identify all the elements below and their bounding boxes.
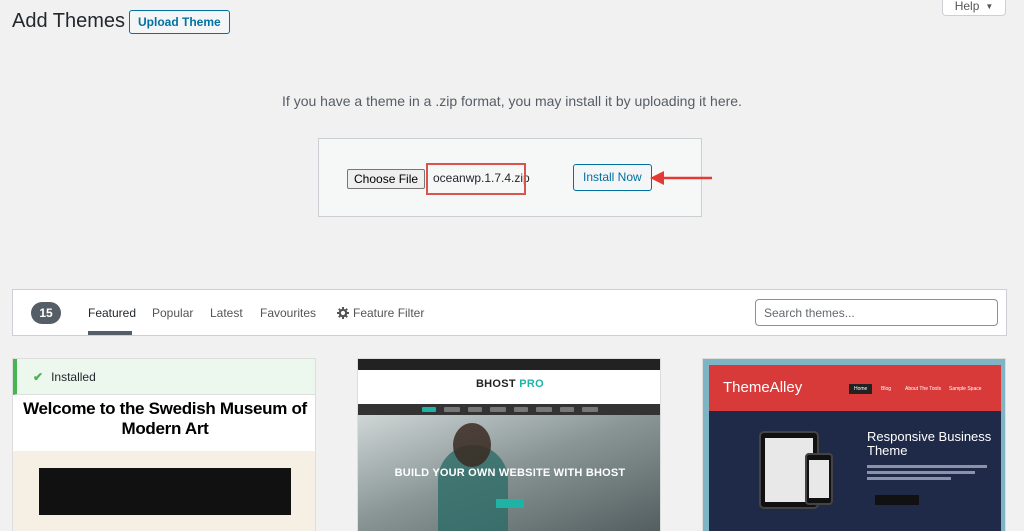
checkmark-icon: ✔ [33,370,44,384]
theme-preview-hero: BUILD YOUR OWN WEBSITE WITH BHOST [358,415,660,531]
pointer-arrow-icon [650,171,712,185]
theme-preview-person-head [453,423,491,467]
filter-popular[interactable]: Popular [152,305,193,321]
upload-form: Choose File oceanwp.1.7.4.zip Install No… [318,138,702,217]
theme-preview-hero-copy [867,465,987,487]
feature-filter-button[interactable]: Feature Filter [337,305,424,321]
theme-preview-logo: ThemeAlley [723,379,803,396]
theme-preview-logo: BHOST PRO [475,378,545,390]
theme-count-badge: 15 [31,302,61,324]
installed-label: Installed [51,370,96,384]
help-label: Help [954,0,980,13]
filter-favourites[interactable]: Favourites [260,305,316,321]
theme-preview-block [39,468,291,515]
caret-down-icon: ▼ [985,2,994,11]
theme-screenshot: Welcome to the Swedish Museum of Modern … [13,396,315,456]
theme-preview-hero: Responsive Business Theme [709,411,1001,531]
theme-preview-topbar [358,359,660,370]
installed-notice: ✔ Installed [13,359,315,395]
theme-preview-hero-title: Responsive Business Theme [867,429,992,458]
file-name-highlight [426,163,526,195]
theme-preview-hero-text: BUILD YOUR OWN WEBSITE WITH BHOST [394,467,626,479]
theme-preview-lower [13,451,315,531]
filter-latest[interactable]: Latest [210,305,243,321]
theme-preview-header: BHOST PRO [358,370,660,404]
theme-filter-bar: 15 Featured Popular Latest Favourites Fe… [12,289,1007,336]
feature-filter-label: Feature Filter [353,306,425,320]
active-tab-indicator [88,331,132,335]
theme-preview-header: ThemeAlley Home Blog About The Tools Sam… [709,365,1001,411]
choose-file-button[interactable]: Choose File [347,169,426,189]
help-button[interactable]: Help ▼ [942,0,1006,16]
theme-preview-nav-item: Home [849,384,873,394]
theme-preview-headline: Welcome to the Swedish Museum of Modern … [23,399,307,438]
theme-preview-nav-item: Blog [881,386,892,392]
theme-card[interactable]: ThemeAlley Home Blog About The Tools Sam… [702,358,1006,531]
theme-preview-nav-item: About The Tools [905,386,941,392]
phone-device-icon [805,453,833,505]
page-title: Add Themes [12,10,126,32]
install-now-button[interactable]: Install Now [573,164,652,191]
search-themes-input[interactable] [755,299,998,326]
upload-description: If you have a theme in a .zip format, yo… [282,93,742,109]
filter-featured[interactable]: Featured [88,305,136,321]
theme-card[interactable]: ✔ Installed Welcome to the Swedish Museum… [12,358,316,531]
gear-icon [337,307,349,319]
theme-preview-nav-item: Sample Space [949,386,982,392]
theme-screenshot: ThemeAlley Home Blog About The Tools Sam… [703,359,1005,531]
upload-theme-button[interactable]: Upload Theme [129,10,230,34]
theme-preview-cta [496,499,524,508]
theme-preview-nav [358,404,660,415]
theme-card[interactable]: BHOST PRO BUILD YOUR OWN WEBSITE WITH BH… [357,358,661,531]
theme-preview-cta [875,495,919,505]
